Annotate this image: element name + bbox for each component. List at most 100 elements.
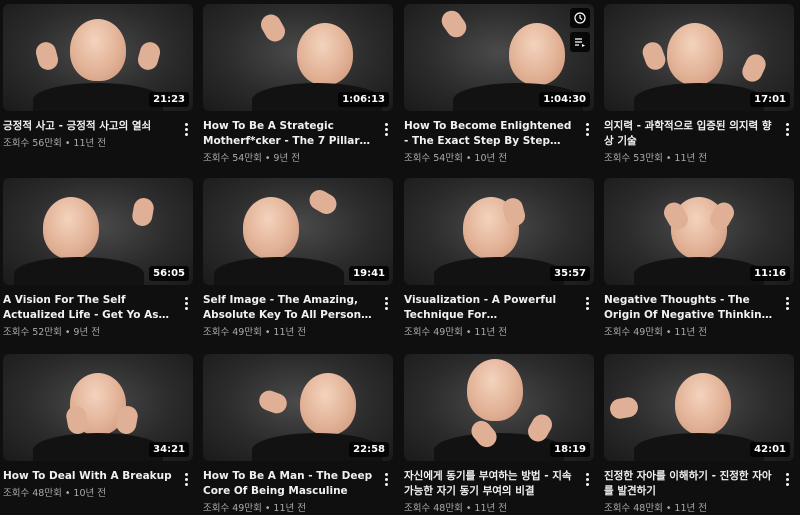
- upload-age: 9년 전: [273, 153, 300, 164]
- video-title[interactable]: A Vision For The Self Actualized Life - …: [3, 293, 173, 323]
- video-title[interactable]: 자신에게 동기를 부여하는 방법 - 지속 가능한 자기 동기 부여의 비결: [404, 469, 574, 499]
- video-card[interactable]: 11:16 Negative Thoughts - The Origin Of …: [604, 178, 794, 339]
- video-title[interactable]: 의지력 - 과학적으로 입증된 의지력 향상 기술: [604, 119, 774, 149]
- video-card[interactable]: 17:01 의지력 - 과학적으로 입증된 의지력 향상 기술 조회수 53만회…: [604, 4, 794, 165]
- view-count: 조회수 49만회: [404, 327, 463, 338]
- video-title[interactable]: Self Image - The Amazing, Absolute Key T…: [203, 293, 373, 323]
- clock-icon[interactable]: [570, 8, 590, 28]
- video-stats: 조회수 49만회 • 11년 전: [604, 327, 708, 338]
- video-thumbnail[interactable]: 1:04:30: [404, 4, 594, 111]
- more-options-icon[interactable]: [181, 295, 191, 311]
- view-count: 조회수 49만회: [203, 327, 262, 338]
- video-stats: 조회수 52만회 • 9년 전: [3, 327, 100, 338]
- video-card[interactable]: 56:05 A Vision For The Self Actualized L…: [3, 178, 193, 339]
- video-card[interactable]: 18:19 자신에게 동기를 부여하는 방법 - 지속 가능한 자기 동기 부여…: [404, 354, 594, 515]
- video-stats: 조회수 49만회 • 11년 전: [404, 327, 508, 338]
- upload-age: 11년 전: [73, 138, 107, 149]
- video-duration: 17:01: [750, 92, 790, 107]
- video-stats: 조회수 48만회 • 10년 전: [3, 488, 107, 499]
- video-thumbnail[interactable]: 34:21: [3, 354, 193, 461]
- view-count: 조회수 48만회: [604, 503, 663, 514]
- upload-age: 11년 전: [674, 327, 708, 338]
- more-options-icon[interactable]: [381, 121, 391, 137]
- upload-age: 11년 전: [474, 503, 508, 514]
- video-thumbnail[interactable]: 17:01: [604, 4, 794, 111]
- video-card[interactable]: 21:23 긍정적 사고 - 긍정적 사고의 열쇠 조회수 56만회 • 11년 전: [3, 4, 193, 150]
- video-thumbnail[interactable]: 19:41: [203, 178, 393, 285]
- video-card[interactable]: 42:01 진정한 자아를 이해하기 - 진정한 자아를 발견하기 조회수 48…: [604, 354, 794, 515]
- video-title[interactable]: 긍정적 사고 - 긍정적 사고의 열쇠: [3, 119, 173, 134]
- video-title[interactable]: How To Be A Man - The Deep Core Of Being…: [203, 469, 373, 499]
- video-thumbnail[interactable]: 1:06:13: [203, 4, 393, 111]
- upload-age: 11년 전: [273, 503, 307, 514]
- video-card[interactable]: 1:06:13 How To Be A Strategic Motherf*ck…: [203, 4, 393, 165]
- view-count: 조회수 54만회: [203, 153, 262, 164]
- video-stats: 조회수 49만회 • 11년 전: [203, 327, 307, 338]
- video-duration: 22:58: [349, 442, 389, 457]
- video-stats: 조회수 49만회 • 11년 전: [203, 503, 307, 514]
- video-thumbnail[interactable]: 11:16: [604, 178, 794, 285]
- hover-actions: [570, 8, 590, 52]
- video-stats: 조회수 48만회 • 11년 전: [604, 503, 708, 514]
- view-count: 조회수 48만회: [404, 503, 463, 514]
- video-card[interactable]: 35:57 Visualization - A Powerful Techniq…: [404, 178, 594, 339]
- more-options-icon[interactable]: [381, 295, 391, 311]
- upload-age: 10년 전: [73, 488, 107, 499]
- upload-age: 10년 전: [474, 153, 508, 164]
- upload-age: 9년 전: [73, 327, 100, 338]
- video-duration: 18:19: [550, 442, 590, 457]
- view-count: 조회수 49만회: [604, 327, 663, 338]
- more-options-icon[interactable]: [181, 121, 191, 137]
- video-title[interactable]: How To Become Enlightened - The Exact St…: [404, 119, 574, 149]
- view-count: 조회수 49만회: [203, 503, 262, 514]
- more-options-icon[interactable]: [582, 121, 592, 137]
- upload-age: 11년 전: [674, 503, 708, 514]
- video-thumbnail[interactable]: 18:19: [404, 354, 594, 461]
- video-grid: 21:23 긍정적 사고 - 긍정적 사고의 열쇠 조회수 56만회 • 11년 전…: [0, 0, 800, 514]
- video-duration: 42:01: [750, 442, 790, 457]
- video-duration: 1:04:30: [539, 92, 590, 107]
- video-duration: 56:05: [149, 266, 189, 281]
- view-count: 조회수 54만회: [404, 153, 463, 164]
- video-thumbnail[interactable]: 35:57: [404, 178, 594, 285]
- video-thumbnail[interactable]: 21:23: [3, 4, 193, 111]
- video-stats: 조회수 54만회 • 10년 전: [404, 153, 508, 164]
- video-duration: 19:41: [349, 266, 389, 281]
- video-stats: 조회수 54만회 • 9년 전: [203, 153, 300, 164]
- video-duration: 35:57: [550, 266, 590, 281]
- video-thumbnail[interactable]: 56:05: [3, 178, 193, 285]
- upload-age: 11년 전: [273, 327, 307, 338]
- more-options-icon[interactable]: [181, 471, 191, 487]
- video-thumbnail[interactable]: 22:58: [203, 354, 393, 461]
- video-title[interactable]: Negative Thoughts - The Origin Of Negati…: [604, 293, 774, 323]
- upload-age: 11년 전: [674, 153, 708, 164]
- video-duration: 11:16: [750, 266, 790, 281]
- more-options-icon[interactable]: [582, 471, 592, 487]
- more-options-icon[interactable]: [381, 471, 391, 487]
- more-options-icon[interactable]: [782, 295, 792, 311]
- video-thumbnail[interactable]: 42:01: [604, 354, 794, 461]
- video-title[interactable]: 진정한 자아를 이해하기 - 진정한 자아를 발견하기: [604, 469, 774, 499]
- view-count: 조회수 52만회: [3, 327, 62, 338]
- view-count: 조회수 56만회: [3, 138, 62, 149]
- video-card[interactable]: 19:41 Self Image - The Amazing, Absolute…: [203, 178, 393, 339]
- video-stats: 조회수 56만회 • 11년 전: [3, 138, 107, 149]
- video-stats: 조회수 53만회 • 11년 전: [604, 153, 708, 164]
- video-card[interactable]: 34:21 How To Deal With A Breakup 조회수 48만…: [3, 354, 193, 500]
- more-options-icon[interactable]: [782, 471, 792, 487]
- queue-icon[interactable]: [570, 32, 590, 52]
- upload-age: 11년 전: [474, 327, 508, 338]
- view-count: 조회수 53만회: [604, 153, 663, 164]
- video-card[interactable]: 22:58 How To Be A Man - The Deep Core Of…: [203, 354, 393, 515]
- video-duration: 21:23: [149, 92, 189, 107]
- video-duration: 1:06:13: [338, 92, 389, 107]
- video-stats: 조회수 48만회 • 11년 전: [404, 503, 508, 514]
- more-options-icon[interactable]: [582, 295, 592, 311]
- more-options-icon[interactable]: [782, 121, 792, 137]
- view-count: 조회수 48만회: [3, 488, 62, 499]
- video-title[interactable]: How To Deal With A Breakup: [3, 469, 173, 484]
- video-duration: 34:21: [149, 442, 189, 457]
- video-title[interactable]: Visualization - A Powerful Technique For…: [404, 293, 574, 323]
- video-card[interactable]: 1:04:30 How To Become Enlightened - The …: [404, 4, 594, 165]
- video-title[interactable]: How To Be A Strategic Motherf*cker - The…: [203, 119, 373, 149]
